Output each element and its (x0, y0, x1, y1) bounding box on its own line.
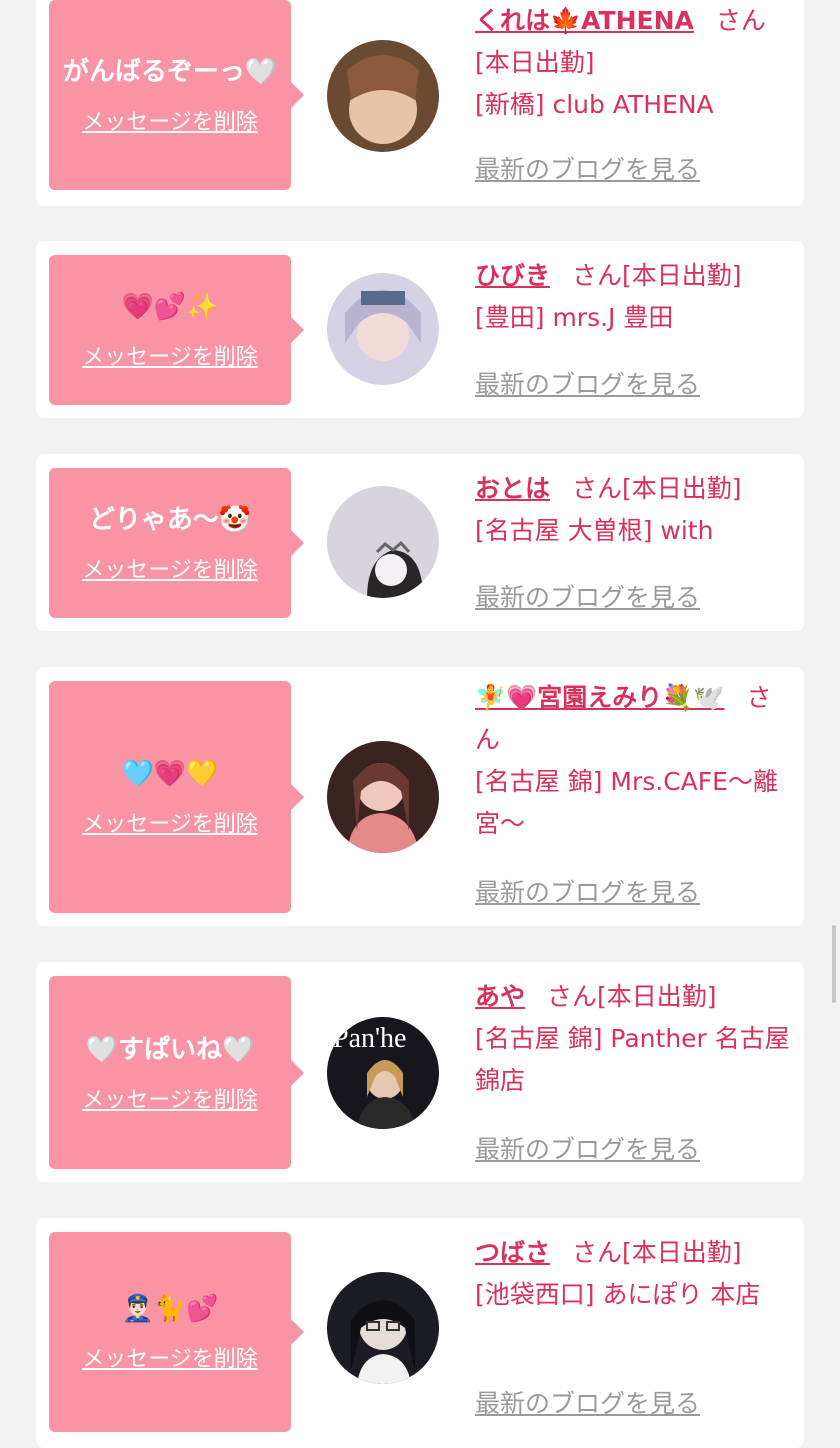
message-bubble: がんばるぞーっ🤍 メッセージを削除 (49, 0, 304, 190)
status-badge: [本日出勤] (622, 261, 742, 290)
delete-message-link[interactable]: メッセージを削除 (82, 1341, 258, 1373)
message-text: 👮🏻‍♂️🐈💕 (121, 1294, 219, 1324)
delete-message-link[interactable]: メッセージを削除 (82, 1082, 258, 1114)
delete-message-link[interactable]: メッセージを削除 (82, 104, 258, 136)
avatar[interactable] (327, 273, 439, 385)
status-badge: [本日出勤] (622, 1238, 742, 1267)
store-name: [新橋] club ATHENA (475, 90, 714, 119)
status-badge: [本日出勤] (475, 48, 595, 77)
latest-blog-link[interactable]: 最新のブログを見る (475, 365, 700, 401)
favorite-card: 🩵💗💛 メッセージを削除 🧚💗宮園えみり💐🕊️ さん [名古屋 錦] Mrs.CA… (36, 667, 804, 926)
cast-info: あや さん[本日出勤] [名古屋 錦] Panther 名古屋錦店 (475, 976, 793, 1102)
message-bubble: 👮🏻‍♂️🐈💕 メッセージを削除 (49, 1232, 304, 1432)
honorific: さん (715, 6, 766, 35)
avatar[interactable] (327, 40, 439, 152)
status-badge: [本日出勤] (597, 982, 717, 1011)
message-text: どりゃあ〜🤡 (88, 505, 252, 535)
latest-blog-link[interactable]: 最新のブログを見る (475, 1130, 700, 1166)
store-name: [名古屋 錦] Mrs.CAFE〜離宮〜 (475, 767, 778, 838)
delete-message-link[interactable]: メッセージを削除 (82, 806, 258, 838)
favorite-card: 💗💕✨ メッセージを削除 ひびき さん[本日出勤] [豊田] mrs.J 豊田 最… (36, 241, 804, 418)
cast-name-link[interactable]: あや (475, 982, 525, 1011)
cast-info: 🧚💗宮園えみり💐🕊️ さん [名古屋 錦] Mrs.CAFE〜離宮〜 (475, 677, 793, 845)
avatar[interactable] (327, 1272, 439, 1384)
avatar[interactable] (327, 741, 439, 853)
latest-blog-link[interactable]: 最新のブログを見る (475, 873, 700, 909)
store-name: [池袋西口] あにぽり 本店 (475, 1280, 761, 1309)
cast-name-link[interactable]: おとは (475, 474, 550, 503)
cast-info: ひびき さん[本日出勤] [豊田] mrs.J 豊田 (475, 255, 793, 339)
store-name: [名古屋 大曽根] with (475, 516, 714, 545)
message-text: 💗💕✨ (121, 292, 219, 322)
cast-info: くれは🍁ATHENA さん [本日出勤] [新橋] club ATHENA (475, 0, 793, 126)
favorite-card: どりゃあ〜🤡 メッセージを削除 おとは さん[本日出勤] [名古屋 大曽根] wi… (36, 454, 804, 631)
svg-text:Pan'he: Pan'he (333, 1023, 406, 1054)
store-name: [名古屋 錦] Panther 名古屋錦店 (475, 1024, 790, 1095)
honorific: さん (572, 474, 623, 503)
message-bubble: どりゃあ〜🤡 メッセージを削除 (49, 468, 304, 618)
latest-blog-link[interactable]: 最新のブログを見る (475, 150, 700, 186)
favorite-card: 🤍すぱいね🤍 メッセージを削除 Pan'he あや さん[本日出勤] [名古屋 錦… (36, 962, 804, 1182)
message-bubble: 🩵💗💛 メッセージを削除 (49, 681, 304, 913)
cast-name-link[interactable]: くれは🍁ATHENA (475, 6, 694, 35)
cast-name-link[interactable]: つばさ (475, 1238, 550, 1267)
favorite-card: がんばるぞーっ🤍 メッセージを削除 くれは🍁ATHENA さん [本日出勤] [新橋… (36, 0, 804, 206)
cast-name-link[interactable]: ひびき (475, 261, 550, 290)
avatar[interactable]: Pan'he (327, 1017, 439, 1129)
avatar[interactable] (327, 486, 439, 598)
favorite-card: 👮🏻‍♂️🐈💕 メッセージを削除 つばさ さん[本日出勤] [池袋西口] あにぽり… (36, 1218, 804, 1448)
honorific: さん (572, 261, 623, 290)
message-text: 🤍すぱいね🤍 (85, 1034, 255, 1065)
honorific: さん (572, 1238, 623, 1267)
latest-blog-link[interactable]: 最新のブログを見る (475, 578, 700, 614)
message-bubble: 💗💕✨ メッセージを削除 (49, 255, 304, 405)
latest-blog-link[interactable]: 最新のブログを見る (475, 1384, 700, 1420)
scrollbar[interactable] (832, 925, 836, 1003)
message-bubble: 🤍すぱいね🤍 メッセージを削除 (49, 976, 304, 1169)
message-text: がんばるぞーっ🤍 (62, 57, 278, 87)
cast-info: おとは さん[本日出勤] [名古屋 大曽根] with (475, 468, 793, 552)
delete-message-link[interactable]: メッセージを削除 (82, 552, 258, 584)
message-text: 🩵💗💛 (121, 759, 219, 789)
store-name: [豊田] mrs.J 豊田 (475, 303, 674, 332)
cast-name-link[interactable]: 🧚💗宮園えみり💐🕊️ (475, 683, 725, 712)
status-badge: [本日出勤] (622, 474, 742, 503)
honorific: さん (547, 982, 598, 1011)
delete-message-link[interactable]: メッセージを削除 (82, 339, 258, 371)
cast-info: つばさ さん[本日出勤] [池袋西口] あにぽり 本店 (475, 1232, 793, 1316)
